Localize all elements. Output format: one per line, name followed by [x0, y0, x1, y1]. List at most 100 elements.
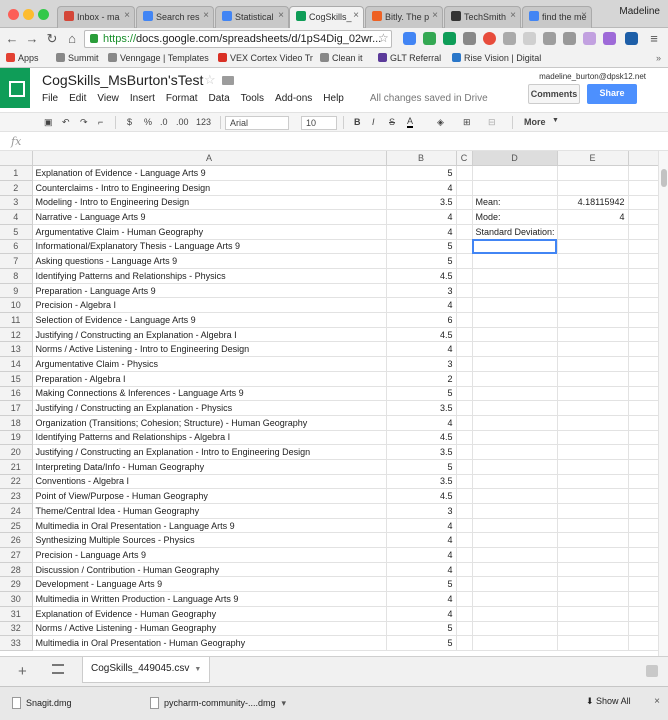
row-header[interactable]: 32	[0, 621, 33, 637]
chevron-down-icon[interactable]: ▼	[194, 666, 201, 673]
row-header[interactable]: 4	[0, 209, 33, 225]
cell-d[interactable]	[472, 532, 558, 549]
cell-e[interactable]: 4.18115942	[557, 195, 629, 211]
menu-insert[interactable]: Insert	[130, 93, 155, 104]
folder-icon[interactable]	[222, 76, 234, 85]
cell-e[interactable]	[557, 444, 629, 460]
extension-icon[interactable]	[563, 32, 576, 45]
cell-a[interactable]: Argumentative Claim - Human Geography	[32, 224, 387, 240]
cell-b[interactable]: 3.5	[386, 474, 457, 490]
row-header[interactable]: 21	[0, 459, 33, 475]
menu-file[interactable]: File	[42, 93, 58, 104]
browser-tab[interactable]: Inbox - ma ×	[57, 6, 135, 28]
cell-e[interactable]	[557, 224, 629, 240]
cell-d[interactable]	[472, 621, 558, 637]
cell-b[interactable]: 3.5	[386, 400, 457, 416]
cell-a[interactable]: Norms / Active Listening - Human Geograp…	[32, 621, 387, 637]
close-tab-icon[interactable]: ×	[510, 10, 516, 21]
row-header[interactable]: 16	[0, 386, 33, 402]
cell-e[interactable]	[557, 312, 629, 328]
cell-a[interactable]: Discussion / Contribution - Human Geogra…	[32, 562, 387, 578]
extension-icon[interactable]	[523, 32, 536, 45]
extension-icon[interactable]	[543, 32, 556, 45]
extension-icon[interactable]	[463, 32, 476, 45]
cell-c[interactable]	[456, 341, 473, 358]
cell-a[interactable]: Preparation - Language Arts 9	[32, 283, 387, 299]
cell-d[interactable]	[472, 518, 558, 534]
cell-c[interactable]	[456, 562, 473, 578]
extension-icon[interactable]	[403, 32, 416, 45]
cell-f[interactable]	[628, 195, 659, 211]
cell-b[interactable]: 3	[386, 503, 457, 519]
vertical-scrollbar[interactable]	[658, 151, 668, 656]
cell-d[interactable]	[472, 562, 558, 578]
cell-d[interactable]	[472, 371, 558, 387]
cell-a[interactable]: Making Connections & Inferences - Langua…	[32, 386, 387, 402]
cell-b[interactable]: 4.5	[386, 327, 457, 343]
bookmark-item[interactable]: GLT Referral	[378, 53, 441, 63]
cell-a[interactable]: Organization (Transitions; Cohesion; Str…	[32, 415, 387, 431]
column-header-e[interactable]: E	[557, 151, 629, 167]
cell-f[interactable]	[628, 356, 659, 372]
cell-f[interactable]	[628, 518, 659, 534]
reload-icon[interactable]: ↻	[44, 31, 60, 47]
cell-f[interactable]	[628, 400, 659, 416]
cell-b[interactable]: 3.5	[386, 444, 457, 460]
cell-b[interactable]: 4	[386, 341, 457, 358]
menu-icon[interactable]: ≡	[646, 31, 662, 46]
cell-c[interactable]	[456, 635, 473, 651]
extension-icon[interactable]	[603, 32, 616, 45]
cell-a[interactable]: Justifying / Constructing an Explanation…	[32, 400, 387, 416]
cell-e[interactable]	[557, 180, 629, 196]
cell-d[interactable]	[472, 459, 558, 475]
cell-a[interactable]: Modeling - Intro to Engineering Design	[32, 195, 387, 211]
chevron-down-icon[interactable]: ▾	[282, 698, 287, 708]
cell-b[interactable]: 4	[386, 518, 457, 534]
cell-c[interactable]	[456, 312, 473, 328]
row-header[interactable]: 10	[0, 297, 33, 314]
cell-d[interactable]	[472, 474, 558, 490]
paint-format-icon[interactable]: ⌐	[98, 117, 103, 127]
bookmark-item[interactable]: Summit	[56, 53, 99, 63]
cell-f[interactable]	[628, 503, 659, 519]
chevron-down-icon[interactable]: ▼	[552, 117, 559, 124]
undo-icon[interactable]: ↶	[62, 117, 70, 128]
bookmark-item[interactable]: Apps	[6, 53, 39, 63]
cell-f[interactable]	[628, 371, 659, 387]
cell-a[interactable]: Argumentative Claim - Physics	[32, 356, 387, 372]
address-bar[interactable]: https://docs.google.com/spreadsheets/d/1…	[84, 30, 392, 48]
cell-c[interactable]	[456, 444, 473, 460]
row-header[interactable]: 31	[0, 606, 33, 622]
cell-e[interactable]	[557, 268, 629, 284]
decrease-decimal-button[interactable]: .0	[160, 117, 168, 127]
menu-tools[interactable]: Tools	[241, 93, 264, 104]
cell-a[interactable]: Multimedia in Written Production - Langu…	[32, 591, 387, 607]
user-email[interactable]: madeline_burton@dpsk12.net	[539, 72, 646, 81]
cell-a[interactable]: Multimedia in Oral Presentation - Langua…	[32, 518, 387, 534]
close-tab-icon[interactable]: ×	[581, 10, 587, 21]
cell-b[interactable]: 4.5	[386, 430, 457, 446]
cell-e[interactable]	[557, 576, 629, 593]
cell-d[interactable]	[472, 268, 558, 284]
extension-icon[interactable]	[625, 32, 638, 45]
font-family-dropdown[interactable]: Arial	[225, 116, 289, 130]
cell-a[interactable]: Narrative - Language Arts 9	[32, 209, 387, 225]
cell-f[interactable]	[628, 606, 659, 622]
increase-decimal-button[interactable]: .00	[176, 117, 189, 127]
cell-a[interactable]: Point of View/Purpose - Human Geography	[32, 488, 387, 504]
more-bookmarks-icon[interactable]: »	[656, 53, 661, 63]
cell-a[interactable]: Informational/Explanatory Thesis - Langu…	[32, 239, 387, 255]
select-all-corner[interactable]	[0, 151, 33, 167]
close-tab-icon[interactable]: ×	[203, 10, 209, 21]
merge-cells-icon[interactable]: ⊟	[488, 117, 496, 128]
cell-e[interactable]	[557, 239, 629, 255]
cell-e[interactable]	[557, 518, 629, 534]
cell-c[interactable]	[456, 400, 473, 416]
cell-b[interactable]: 4	[386, 180, 457, 196]
cell-e[interactable]	[557, 562, 629, 578]
close-window-button[interactable]	[8, 9, 19, 20]
cell-d[interactable]	[472, 415, 558, 431]
cell-e[interactable]	[557, 371, 629, 387]
cell-f[interactable]	[628, 459, 659, 475]
extension-icon[interactable]	[483, 32, 496, 45]
